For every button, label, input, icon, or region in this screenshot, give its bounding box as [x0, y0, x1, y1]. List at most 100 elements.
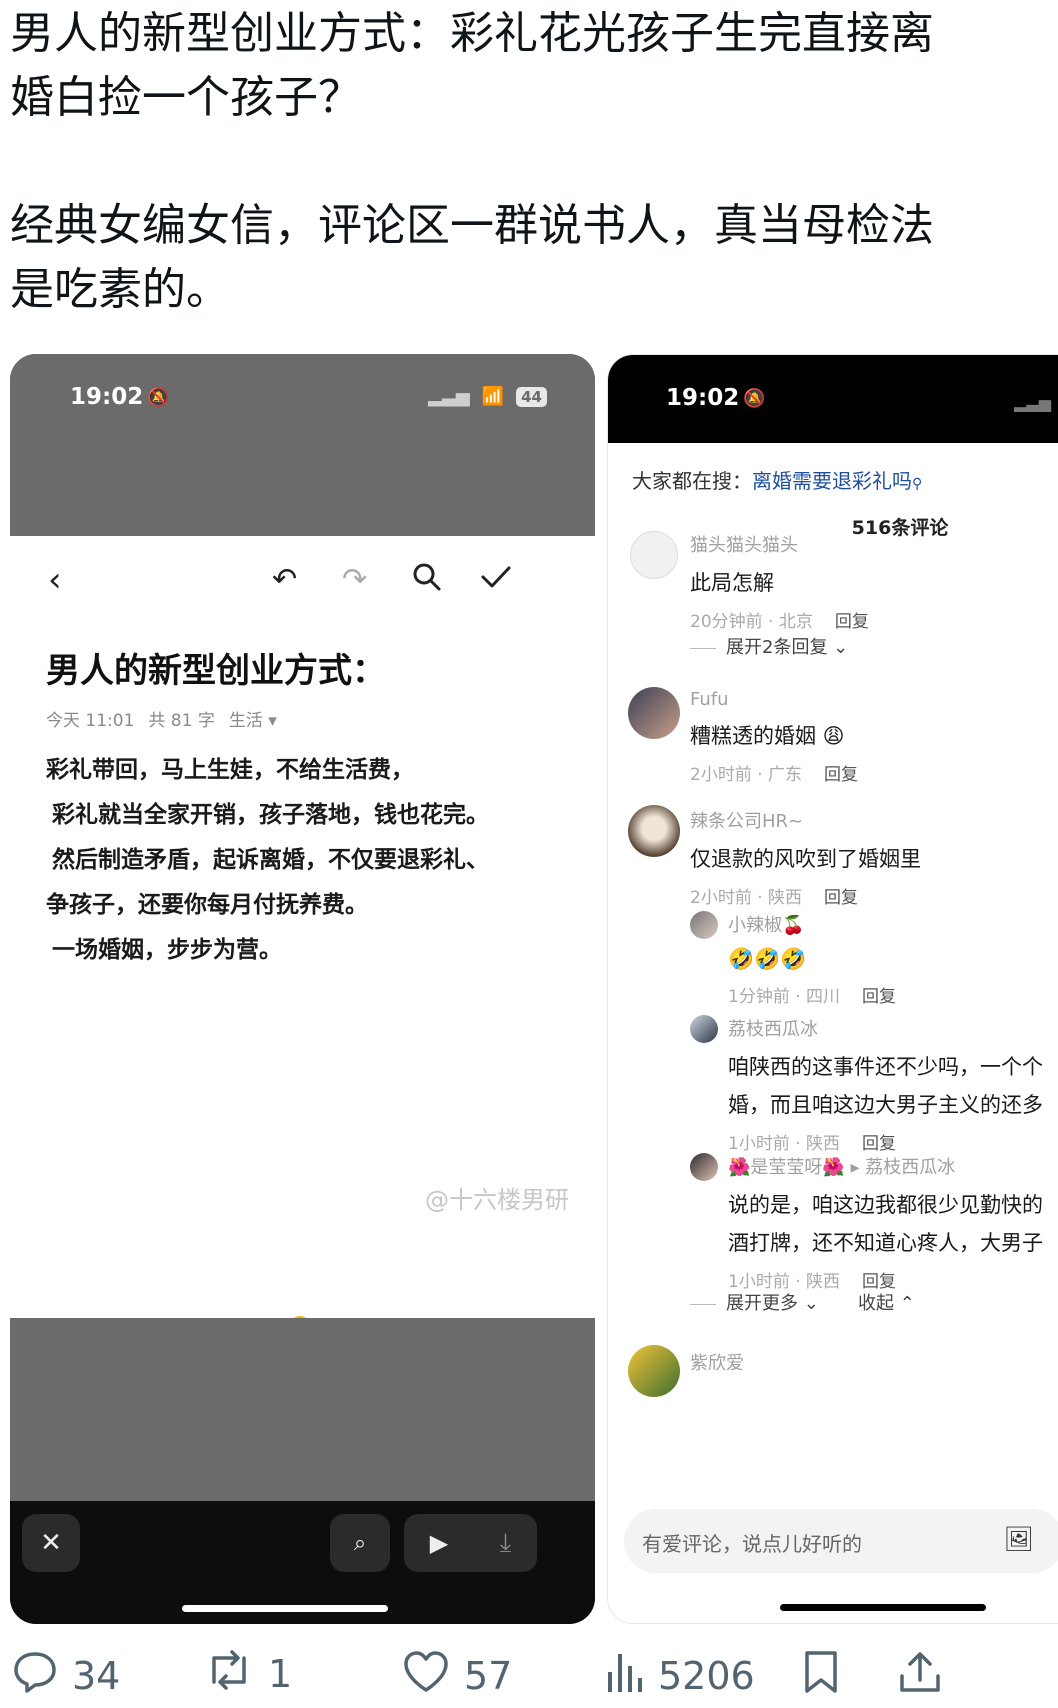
comment-item: 辣条公司HR~ 仅退款的风吹到了婚姻里 2小时前 · 陕西 回复	[690, 807, 921, 908]
download-icon[interactable]: ⤓	[500, 1528, 512, 1559]
comment-author[interactable]: 小辣椒🍒	[728, 911, 896, 937]
avatar[interactable]	[690, 1153, 718, 1181]
expand-replies-label: 展开2条回复 ⌄	[726, 637, 849, 658]
redo-icon[interactable]: ↷	[342, 562, 367, 598]
keyboard-placeholder	[10, 1318, 595, 1501]
repost-icon	[204, 1650, 254, 1698]
comment-author[interactable]: Fufu	[690, 689, 858, 710]
post-line-2: 婚白捡一个孩子？	[10, 72, 362, 123]
close-button[interactable]: ✕	[22, 1514, 80, 1572]
search-icon[interactable]	[412, 562, 442, 599]
bell-muted-icon: 🔕	[147, 386, 170, 408]
comment-time-location: 1小时前 · 陕西	[728, 1134, 841, 1154]
note-line: 然后制造矛盾，起诉离婚，不仅要退彩礼、	[52, 847, 489, 873]
share-button[interactable]	[898, 1650, 956, 1702]
reply-button[interactable]: 回复	[862, 987, 896, 1007]
reply-button[interactable]: 回复	[824, 888, 858, 908]
comment-author[interactable]: 荔枝西瓜冰	[728, 1015, 1043, 1041]
avatar[interactable]	[628, 805, 680, 857]
avatar[interactable]	[690, 911, 718, 939]
comment-author[interactable]: 紫欣爱	[690, 1349, 744, 1375]
bookmark-button[interactable]	[802, 1650, 854, 1702]
watermark: @十六楼男研	[425, 1186, 569, 1214]
post-line-1: 男人的新型创业方式：彩礼花光孩子生完直接离	[10, 8, 934, 59]
comment-text: 仅退款的风吹到了婚姻里	[690, 847, 921, 871]
note-toolbar: ‹ ↶ ↷	[10, 536, 595, 626]
comment-time-location: 1分钟前 · 四川	[728, 987, 841, 1007]
bookmark-icon	[802, 1650, 840, 1702]
image-icon[interactable]: 🖼	[1004, 1525, 1034, 1553]
reply-button[interactable]: 回复	[835, 612, 869, 632]
comment-item: 猫头猫头猫头 此局怎解 20分钟前 · 北京 回复	[690, 531, 869, 632]
expand-more[interactable]: 展开更多 ⌄	[690, 1289, 819, 1315]
comment-item: Fufu 糟糕透的婚姻 😩 2小时前 · 广东 回复	[690, 689, 858, 785]
back-icon[interactable]: ‹	[48, 562, 62, 598]
bottom-bar: ✕ ⌕ ▶ ⤓	[10, 1501, 595, 1624]
status-bar: 19:02 🔕 ▂▃▅	[608, 355, 1058, 443]
post-line-4: 是吃素的。	[10, 264, 230, 315]
status-time: 19:02 🔕	[70, 384, 170, 410]
like-action[interactable]: 57	[402, 1650, 512, 1702]
comment-author[interactable]: 🌺是莹莹呀🌺 ▸ 荔枝西瓜冰	[728, 1153, 1043, 1179]
search-suggestion[interactable]: 大家都在搜：离婚需要退彩礼吗⚲	[632, 465, 922, 494]
search-query-link[interactable]: 离婚需要退彩礼吗	[752, 469, 912, 493]
bell-muted-icon: 🔕	[743, 387, 766, 409]
reply-item: 荔枝西瓜冰 咱陕西的这事件还不少吗，一个个 婚，而且咱这边大男子主义的还多 1小…	[728, 1015, 1043, 1154]
avatar[interactable]	[628, 687, 680, 739]
comment-time-location: 2小时前 · 陕西	[690, 888, 803, 908]
media-controls: ▶ ⤓	[404, 1514, 537, 1572]
engagement-bar: 34 1 57 5206	[0, 1638, 1058, 1708]
comment-meta: 20分钟前 · 北京 回复	[690, 607, 869, 632]
battery-icon: 44	[516, 386, 547, 407]
comment-bubble-icon	[12, 1650, 58, 1702]
reply-item: 🌺是莹莹呀🌺 ▸ 荔枝西瓜冰 说的是，咱这边我都很少见勤快的 酒打牌，还不知道心…	[728, 1153, 1043, 1292]
avatar[interactable]	[630, 531, 678, 579]
home-indicator[interactable]	[780, 1604, 986, 1611]
note-word-count: 共 81 字	[148, 711, 215, 731]
search-prefix: 大家都在搜：	[632, 469, 752, 493]
status-bar: 19:02 🔕 ▂▃▅ 📶 44	[10, 354, 595, 536]
comment-text: 🤣🤣🤣	[728, 947, 807, 971]
views-action[interactable]: 5206	[604, 1650, 755, 1702]
signal-icon: ▂▃▅	[428, 386, 470, 407]
signal-icon: ▂▃▅	[1014, 393, 1051, 412]
heart-icon	[402, 1650, 450, 1702]
system-icons: ▂▃▅ 📶 44	[428, 386, 547, 407]
avatar[interactable]	[628, 1345, 680, 1397]
comment-meta: 1小时前 · 陕西 回复	[728, 1129, 1043, 1154]
right-screenshot[interactable]: 19:02 🔕 ▂▃▅ 大家都在搜：离婚需要退彩礼吗⚲ 516条评论 猫头猫头猫…	[607, 354, 1058, 1624]
reply-button[interactable]: 回复	[862, 1134, 896, 1154]
comment-text: 咱陕西的这事件还不少吗，一个个	[728, 1055, 1043, 1079]
repost-action[interactable]: 1	[204, 1650, 292, 1698]
reply-action[interactable]: 34	[12, 1650, 120, 1702]
play-icon[interactable]: ▶	[430, 1529, 448, 1557]
note-line: 一场婚姻，步步为营。	[52, 937, 282, 963]
status-time: 19:02 🔕	[666, 385, 766, 411]
post-text: 男人的新型创业方式：彩礼花光孩子生完直接离 婚白捡一个孩子？ 经典女编女信，评论…	[10, 2, 1050, 322]
collapse-button[interactable]: 收起 ⌃	[858, 1289, 915, 1315]
comment-input[interactable]: 有爱评论，说点儿好听的 🖼	[624, 1509, 1058, 1573]
note-line: 争孩子，还要你每月付抚养费。	[46, 892, 368, 918]
note-body[interactable]: 彩礼带回，马上生娃，不给生活费， 彩礼就当全家开销，孩子落地，钱也花完。 然后制…	[46, 748, 489, 973]
comment-time-location: 2小时前 · 广东	[690, 765, 803, 785]
comment-placeholder: 有爱评论，说点儿好听的	[642, 1532, 862, 1556]
home-indicator[interactable]	[182, 1605, 388, 1612]
undo-icon[interactable]: ↶	[272, 562, 297, 598]
comment-author[interactable]: 辣条公司HR~	[690, 807, 921, 833]
reply-button[interactable]: 回复	[824, 765, 858, 785]
expand-replies[interactable]: 展开2条回复 ⌄	[690, 633, 848, 659]
close-icon: ✕	[40, 1528, 62, 1558]
comment-author[interactable]: 猫头猫头猫头	[690, 531, 869, 557]
comment-text: 此局怎解	[690, 571, 774, 595]
comment-text: 糟糕透的婚姻 😩	[690, 724, 845, 748]
left-screenshot[interactable]: 19:02 🔕 ▂▃▅ 📶 44 ‹ ↶ ↷ 男人的新型创业方式： 今天 11:…	[10, 354, 595, 1624]
expand-more-label: 展开更多 ⌄	[726, 1293, 819, 1314]
avatar[interactable]	[690, 1015, 718, 1043]
note-category[interactable]: 生活 ▾	[229, 706, 277, 731]
like-count: 57	[464, 1654, 513, 1698]
scan-button[interactable]: ⌕	[330, 1514, 390, 1572]
check-icon[interactable]	[480, 562, 512, 599]
analytics-bars-icon	[604, 1650, 644, 1702]
reply-count: 34	[72, 1654, 121, 1698]
comment-text: 婚，而且咱这边大男子主义的还多	[728, 1093, 1043, 1117]
